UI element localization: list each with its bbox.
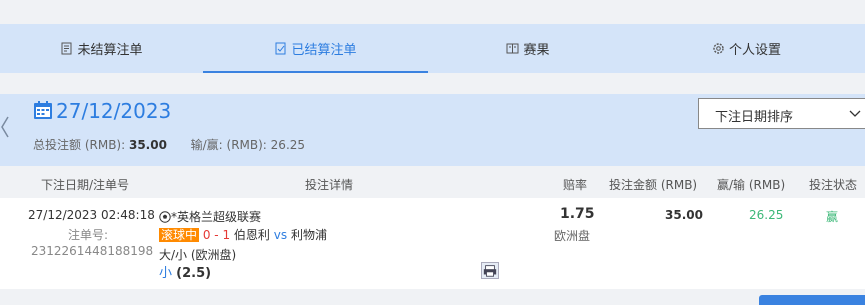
tab-settled[interactable]: 已结算注单: [203, 24, 428, 73]
tab-label: 个人设置: [728, 43, 781, 58]
document-check-icon: [275, 42, 286, 55]
match-score: 0 - 1: [202, 228, 231, 242]
winloss-label: 输/赢: (RMB):: [190, 138, 267, 152]
tab-unsettled[interactable]: 未结算注单: [0, 24, 203, 73]
vs-label: vs: [273, 228, 288, 242]
winloss-amount: 26.25: [749, 208, 784, 222]
total-stake-label: 总投注额 (RMB):: [33, 138, 126, 152]
chevron-left-icon[interactable]: [0, 112, 10, 142]
print-icon[interactable]: [481, 262, 499, 279]
tab-bar: 未结算注单 已结算注单 赛果 个人设置: [0, 24, 865, 73]
tab-label: 赛果: [523, 43, 550, 58]
odds-type: 欧洲盘: [554, 229, 591, 243]
tab-results[interactable]: 赛果: [428, 24, 628, 73]
match-line: 滚球中 0 - 1 伯恩利 vs 利物浦: [159, 226, 327, 243]
header-details: 投注详情: [305, 178, 354, 192]
bottom-action-button[interactable]: [759, 295, 865, 305]
away-team: 利物浦: [290, 228, 327, 242]
winloss-value: 26.25: [270, 138, 306, 152]
status-badge: 赢: [826, 210, 839, 224]
chevron-down-icon: [849, 110, 861, 117]
stake-value: 35.00: [665, 208, 703, 222]
ticket-number: 2312261448188198: [31, 244, 154, 258]
sort-select[interactable]: 下注日期排序: [698, 98, 865, 129]
tab-label: 已结算注单: [291, 43, 357, 58]
tab-settings[interactable]: 个人设置: [628, 24, 865, 73]
sort-selected: 下注日期排序: [715, 110, 794, 125]
header-winloss: 赢/输 (RMB): [717, 178, 786, 192]
document-icon: [61, 42, 72, 55]
table-header: 下注日期/注单号 投注详情 赔率 投注金额 (RMB) 赢/输 (RMB) 投注…: [0, 170, 865, 198]
calendar-icon: [34, 101, 52, 119]
header-date: 下注日期/注单号: [41, 178, 130, 192]
gear-icon: [713, 43, 724, 54]
totals-line: 总投注额 (RMB): 35.00 输/赢: (RMB): 26.25: [33, 136, 305, 153]
results-icon: [506, 43, 519, 54]
date-title: 27/12/2023: [56, 99, 172, 123]
total-stake-value: 35.00: [128, 138, 167, 152]
ticket-label: 注单号:: [68, 228, 109, 242]
selection-line: 小 (2.5): [159, 262, 211, 281]
header-status: 投注状态: [809, 178, 858, 192]
home-team: 伯恩利: [233, 228, 270, 242]
market-name: 大/小 (欧洲盘): [159, 248, 237, 262]
header-odds: 赔率: [563, 178, 588, 192]
bet-datetime: 27/12/2023 02:48:18: [28, 208, 155, 222]
league-name: *英格兰超级联赛: [171, 210, 262, 224]
live-badge: 滚球中: [159, 228, 200, 242]
selection-pick: 小: [159, 266, 173, 281]
odds-value: 1.75: [560, 206, 595, 222]
tab-label: 未结算注单: [77, 43, 143, 58]
header-stake: 投注金额 (RMB): [609, 178, 698, 192]
soccer-ball-icon: [159, 210, 171, 223]
selection-handicap: (2.5): [176, 266, 212, 281]
table-row: 27/12/2023 02:48:18 注单号: 231226144818819…: [0, 198, 865, 289]
league-line: *英格兰超级联赛: [159, 208, 261, 225]
